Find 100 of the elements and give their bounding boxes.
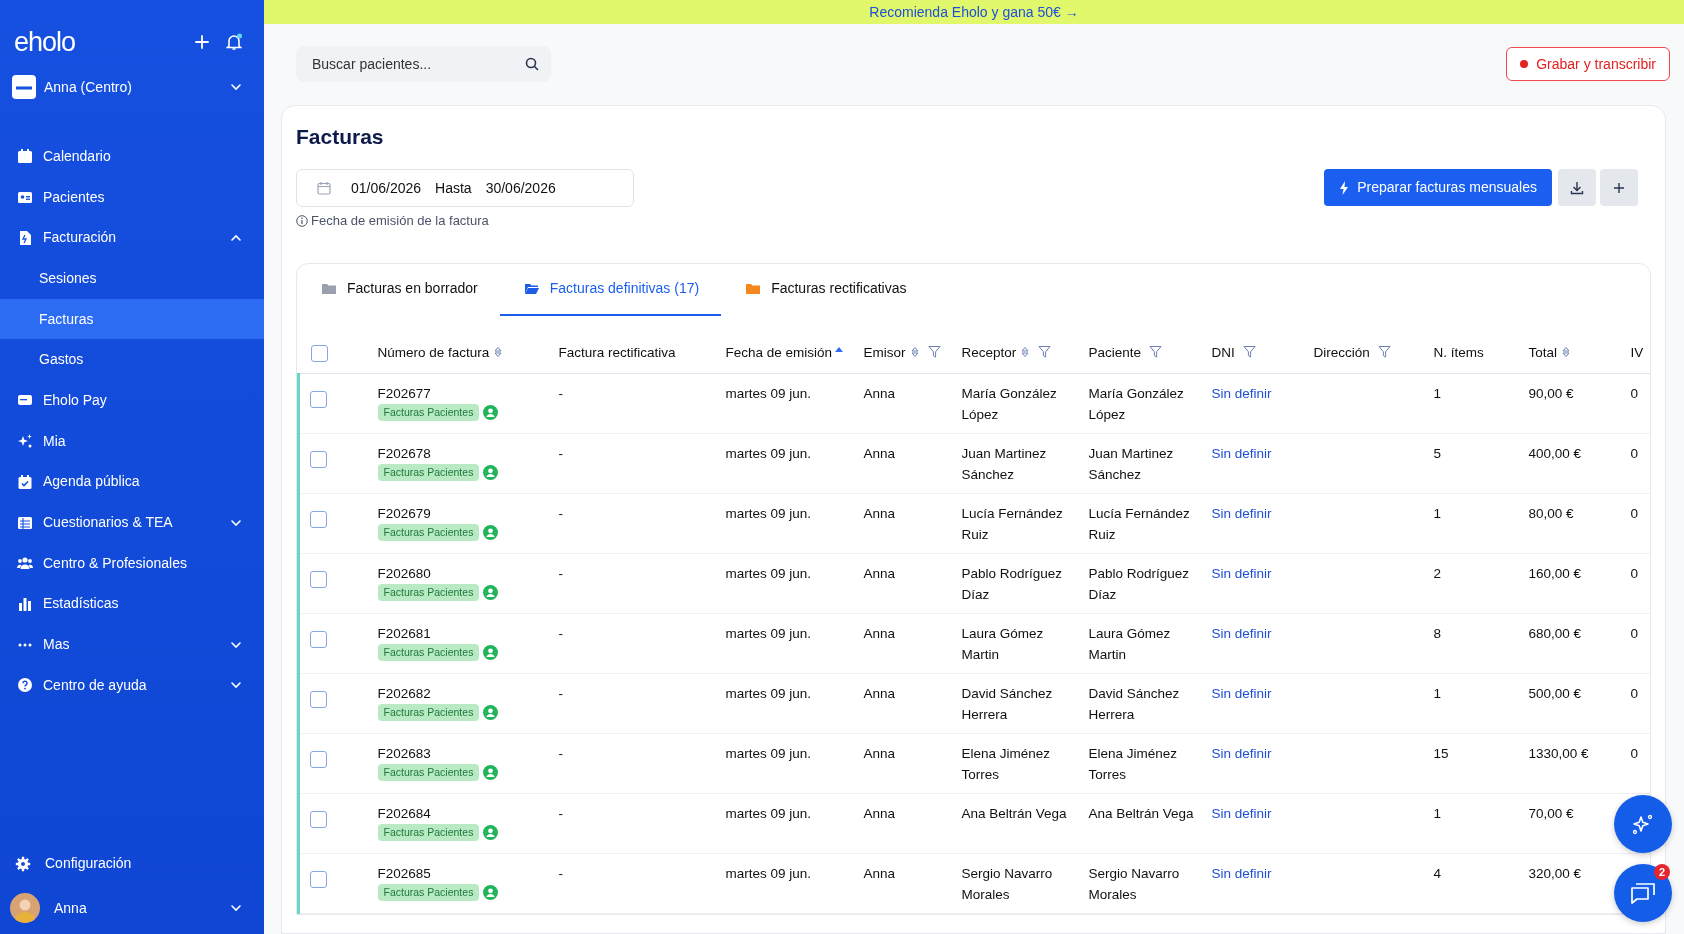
date-range-field[interactable]: 01/06/2026 Hasta 30/06/2026	[296, 169, 634, 208]
row-checkbox[interactable]	[310, 571, 327, 589]
table-cell: -	[558, 446, 563, 462]
person-icon	[483, 465, 499, 481]
tab[interactable]: Facturas rectificativas	[721, 263, 929, 316]
page-title: Facturas	[296, 124, 385, 150]
row-checkbox[interactable]	[310, 391, 327, 409]
submenu-item[interactable]: Facturas	[0, 298, 264, 340]
table-cell: 160,00 €	[1528, 566, 1582, 582]
sidebar-item[interactable]: Agenda pública	[0, 461, 264, 503]
add-button[interactable]	[194, 34, 210, 50]
dni-link[interactable]: Sin definir	[1211, 566, 1272, 582]
column-header: IV	[1630, 344, 1644, 360]
table-cell: 1	[1433, 806, 1441, 822]
tab[interactable]: Facturas definitivas (17)	[499, 263, 722, 316]
table-cell: Anna	[863, 506, 896, 522]
sidebar-item[interactable]: Eholo Pay	[0, 380, 264, 421]
dni-link[interactable]: Sin definir	[1211, 746, 1272, 762]
person-icon	[483, 885, 499, 901]
dni-link[interactable]: Sin definir	[1211, 806, 1272, 822]
sidebar-item[interactable]: Centro & Profesionales	[0, 542, 264, 584]
sidebar-item[interactable]: Calendario	[0, 136, 264, 177]
table-cell: 0	[1630, 626, 1638, 642]
people-icon	[17, 555, 33, 572]
invoice-number[interactable]: F202684	[377, 803, 431, 825]
person-icon	[483, 825, 499, 841]
column-header[interactable]: Fecha de emisión	[725, 344, 833, 360]
center-selector[interactable]: Anna (Centro)	[0, 68, 264, 106]
column-header[interactable]: Emisor	[863, 344, 906, 360]
invoice-number[interactable]: F202680	[377, 563, 431, 585]
promo-banner[interactable]: Recomienda Eholo y gana 50€ →	[264, 0, 1684, 24]
dni-link[interactable]: Sin definir	[1211, 506, 1272, 522]
search-field[interactable]: Buscar pacientes...	[296, 46, 551, 82]
row-checkbox[interactable]	[310, 871, 327, 889]
category-tag: Facturas Pacientes	[377, 524, 480, 542]
prepare-invoices-button[interactable]: Preparar facturas mensuales	[1324, 169, 1552, 207]
table-cell: 0	[1630, 686, 1638, 702]
select-all-checkbox[interactable]	[310, 344, 328, 362]
sidebar-item[interactable]: Centro de ayuda	[0, 664, 264, 706]
settings-item[interactable]: Configuración	[0, 843, 264, 884]
table-cell: martes 09 jun.	[725, 866, 812, 882]
table-cell: Lucía Fernández Ruiz	[961, 506, 1063, 543]
info-icon	[296, 214, 308, 227]
dots-icon	[17, 642, 33, 647]
table-cell: 0	[1630, 566, 1638, 582]
sidebar-item[interactable]: Mia	[0, 420, 264, 462]
invoice-number[interactable]: F202681	[377, 623, 431, 645]
dni-link[interactable]: Sin definir	[1211, 626, 1272, 642]
row-checkbox[interactable]	[310, 811, 327, 829]
download-button[interactable]	[1558, 169, 1596, 207]
sidebar-item[interactable]: Mas	[0, 624, 264, 665]
invoice-number[interactable]: F202683	[377, 743, 431, 765]
dni-link[interactable]: Sin definir	[1211, 386, 1272, 402]
column-header[interactable]: Receptor	[961, 344, 1017, 360]
table-cell: 500,00 €	[1528, 686, 1582, 702]
row-checkbox[interactable]	[310, 631, 327, 649]
column-header: DNI	[1211, 344, 1235, 360]
row-checkbox[interactable]	[310, 751, 327, 769]
invoice-number[interactable]: F202677	[377, 383, 431, 405]
invoice-number[interactable]: F202682	[377, 683, 431, 705]
category-tag: Facturas Pacientes	[377, 404, 480, 422]
logo[interactable]: eholo	[14, 28, 76, 56]
row-checkbox[interactable]	[310, 451, 327, 469]
table-cell: 15	[1433, 746, 1449, 762]
dni-link[interactable]: Sin definir	[1211, 686, 1272, 702]
bar-chart-icon	[17, 595, 33, 612]
dni-link[interactable]: Sin definir	[1211, 446, 1272, 462]
invoice-number[interactable]: F202679	[377, 503, 431, 525]
sidebar-item[interactable]: Pacientes	[0, 176, 264, 218]
table-cell: Juan Martinez Sánchez	[1088, 446, 1174, 483]
tab[interactable]: Facturas en borrador	[297, 263, 500, 316]
column-header: Factura rectificativa	[558, 344, 676, 360]
sidebar-item[interactable]: Cuestionarios & TEA	[0, 502, 264, 543]
row-checkbox[interactable]	[310, 691, 327, 709]
column-header[interactable]: Total	[1528, 344, 1558, 360]
column-header[interactable]: Número de factura	[377, 344, 490, 360]
sidebar-item[interactable]: Facturación	[0, 217, 264, 259]
table-cell: 1	[1433, 386, 1441, 402]
sidebar-item[interactable]: Estadísticas	[0, 583, 264, 625]
dni-link[interactable]: Sin definir	[1211, 866, 1272, 882]
user-menu[interactable]: Anna	[0, 884, 264, 932]
submenu-item[interactable]: Gastos	[0, 339, 264, 381]
invoice-number[interactable]: F202685	[377, 863, 431, 885]
table-cell: 680,00 €	[1528, 626, 1582, 642]
table-cell: martes 09 jun.	[725, 386, 812, 402]
plus-icon	[1613, 181, 1625, 194]
invoice-number[interactable]: F202678	[377, 443, 431, 465]
add-button[interactable]	[1600, 169, 1638, 207]
table-cell: 0	[1630, 386, 1638, 402]
table-cell: 90,00 €	[1528, 386, 1574, 402]
person-icon	[483, 765, 499, 781]
table-cell: -	[558, 806, 563, 822]
avatar-icon	[10, 893, 40, 923]
record-button[interactable]: Grabar y transcribir	[1506, 47, 1670, 81]
notification-button[interactable]	[226, 33, 242, 51]
table-cell: Anna	[863, 866, 896, 882]
row-checkbox[interactable]	[310, 511, 327, 529]
person-icon	[483, 705, 499, 721]
table-cell: martes 09 jun.	[725, 566, 812, 582]
submenu-item[interactable]: Sesiones	[0, 258, 264, 299]
